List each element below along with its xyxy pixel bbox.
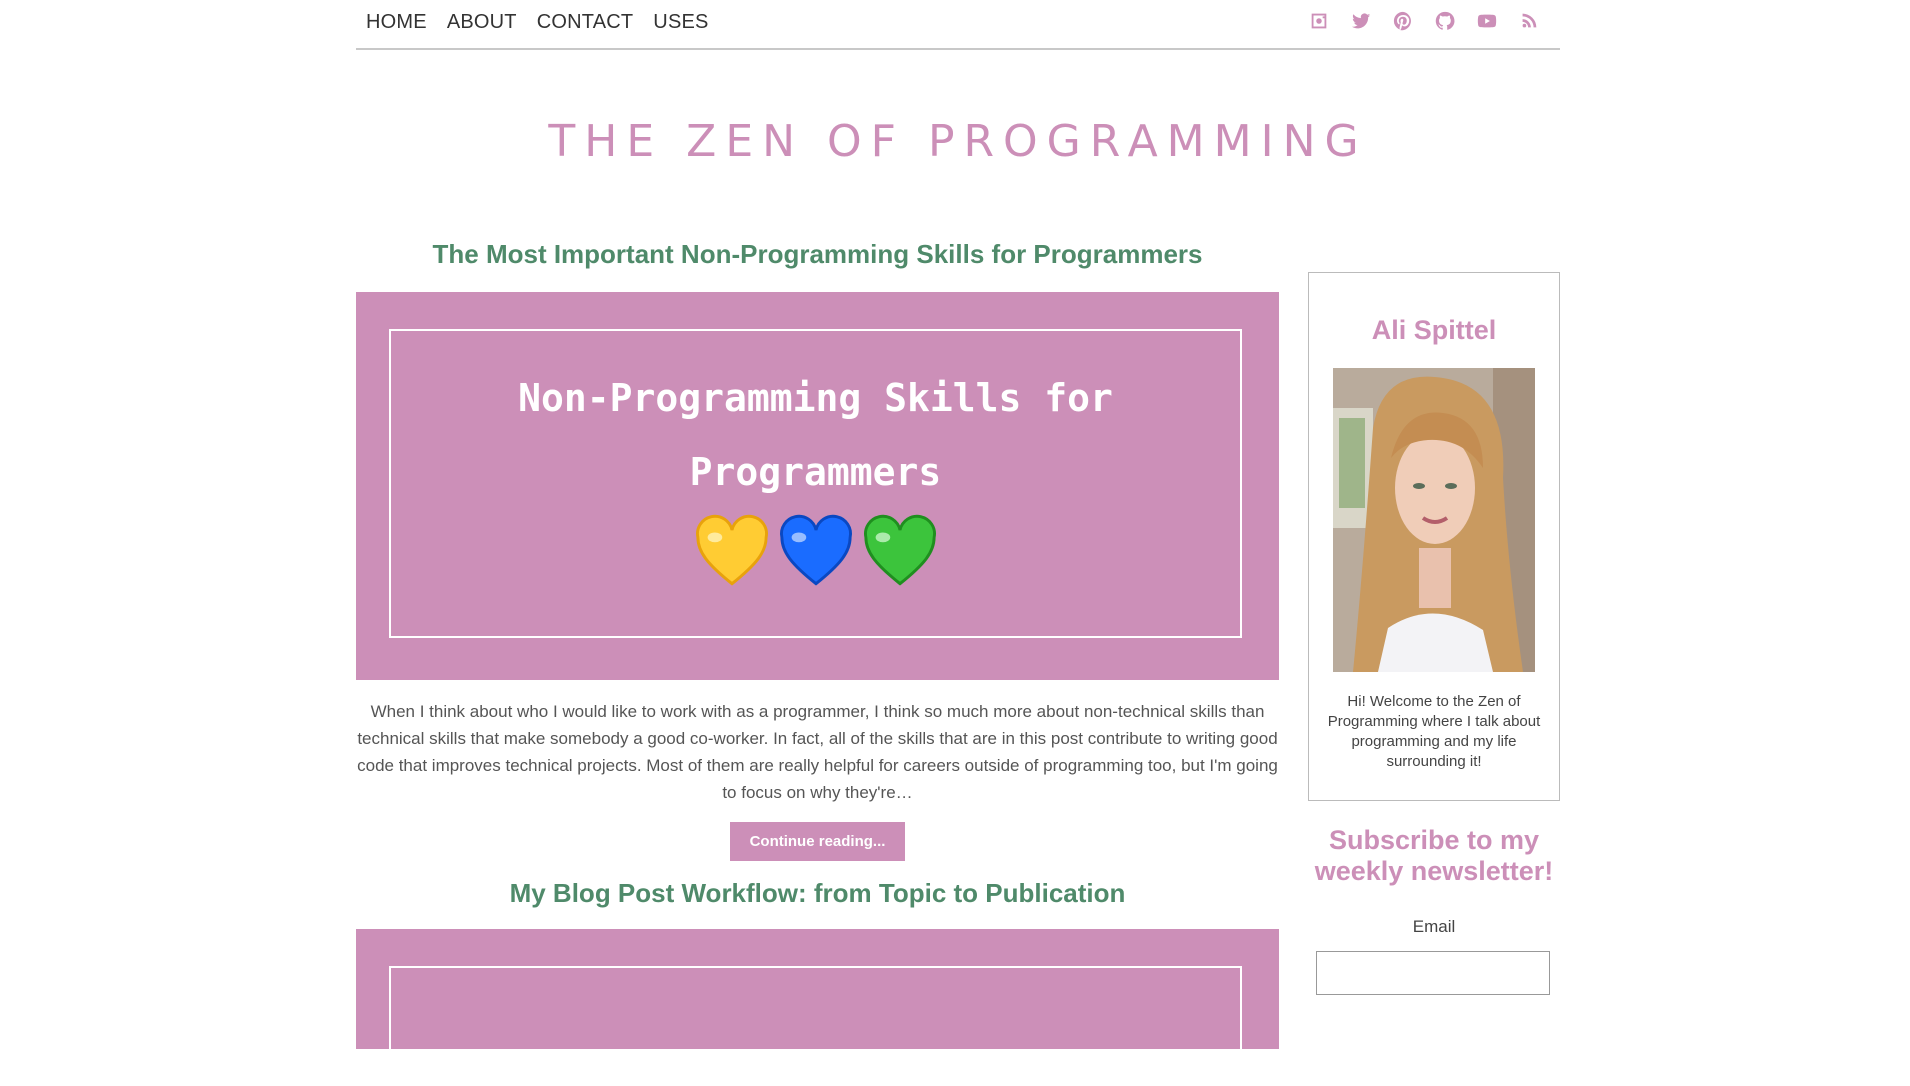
page: HOME ABOUT CONTACT USES THE ZEN OF PROGR…: [356, 0, 1560, 1086]
twitter-icon[interactable]: [1350, 10, 1372, 32]
author-bio: Hi! Welcome to the Zen of Programming wh…: [1327, 693, 1541, 770]
hero-frame: Non-Programming Skills for Programmers: [389, 329, 1242, 638]
hearts-row: [391, 513, 1240, 591]
hero-caption-line-2: Programmers: [689, 450, 942, 494]
author-photo: [1333, 368, 1535, 672]
continue-reading-button[interactable]: Continue reading...: [729, 822, 906, 861]
continue-row: Continue reading...: [356, 822, 1279, 861]
hero-caption-line-1: Non-Programming Skills for: [518, 376, 1113, 420]
post-hero-image[interactable]: [356, 929, 1279, 1086]
youtube-icon[interactable]: [1476, 10, 1498, 32]
nav-home-link[interactable]: HOME: [366, 11, 427, 34]
nav-contact-link[interactable]: CONTACT: [537, 11, 634, 34]
post-excerpt: When I think about who I would like to w…: [357, 702, 1278, 802]
nav-uses-link[interactable]: USES: [653, 11, 708, 34]
email-field[interactable]: [1316, 951, 1550, 995]
instagram-icon[interactable]: [1308, 10, 1330, 32]
author-card: Ali Spittel Hi! Welcome to the Zen of Pr…: [1308, 272, 1560, 801]
nav-links: HOME ABOUT CONTACT USES: [366, 11, 709, 34]
nav-about-link[interactable]: ABOUT: [447, 11, 517, 34]
post-card: My Blog Post Workflow: from Topic to Pub…: [356, 869, 1279, 1086]
rss-icon[interactable]: [1518, 10, 1540, 32]
blue-heart-icon: [779, 514, 852, 586]
newsletter-heading: Subscribe to my weekly newsletter!: [1314, 825, 1554, 886]
email-label: Email: [1412, 917, 1456, 936]
post-hero-image[interactable]: Non-Programming Skills for Programmers: [356, 292, 1279, 680]
hero-frame: [389, 966, 1242, 1086]
pinterest-icon[interactable]: [1392, 10, 1414, 32]
post-title-link[interactable]: The Most Important Non-Programming Skill…: [356, 230, 1279, 278]
green-heart-icon: [863, 514, 936, 586]
sidebar: Ali Spittel Hi! Welcome to the Zen of Pr…: [1308, 272, 1560, 995]
github-icon[interactable]: [1434, 10, 1456, 32]
site-title[interactable]: THE ZEN OF PROGRAMMING: [356, 117, 1560, 167]
top-nav: HOME ABOUT CONTACT USES: [356, 0, 1560, 50]
yellow-heart-icon: [695, 514, 768, 586]
hero-caption: Non-Programming Skills for Programmers: [391, 361, 1240, 509]
author-name: Ali Spittel: [1371, 315, 1497, 345]
post-card: The Most Important Non-Programming Skill…: [356, 230, 1279, 861]
post-list: The Most Important Non-Programming Skill…: [356, 230, 1279, 1086]
social-links: [1308, 10, 1540, 32]
post-title-link[interactable]: My Blog Post Workflow: from Topic to Pub…: [356, 869, 1279, 917]
